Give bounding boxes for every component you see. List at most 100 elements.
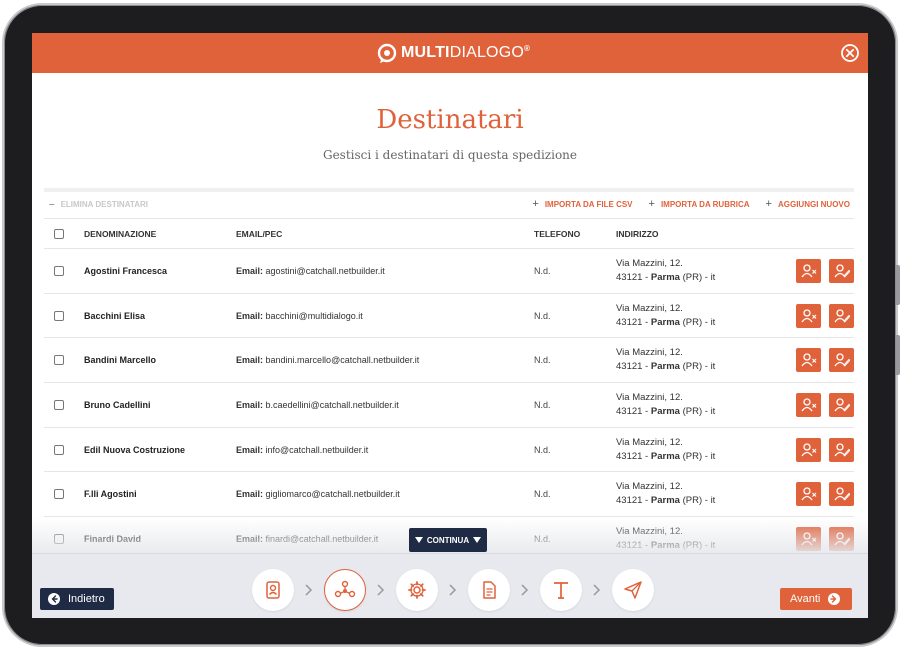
address-country: it bbox=[710, 405, 716, 417]
step-send[interactable] bbox=[612, 569, 654, 611]
address-cap: 43121 bbox=[616, 495, 643, 507]
address-country: it bbox=[710, 316, 716, 328]
recipient-name: Bruno Cadellini bbox=[84, 399, 151, 410]
address-prov: (PR) bbox=[682, 539, 703, 551]
import-csv-button[interactable]: + IMPORTA DA FILE CSV bbox=[532, 198, 632, 210]
add-new-button[interactable]: + AGGIUNGI NUOVO bbox=[766, 198, 850, 210]
row-checkbox[interactable] bbox=[54, 533, 64, 544]
caret-down-icon bbox=[473, 537, 482, 543]
row-actions bbox=[796, 303, 854, 328]
user-remove-icon bbox=[800, 264, 816, 278]
paper-plane-icon bbox=[624, 581, 642, 599]
recipient-address: Via Mazzini, 12. 43121 - Parma (PR) - it bbox=[616, 436, 716, 462]
recipient-address: Via Mazzini, 12. 43121 - Parma (PR) - it bbox=[616, 302, 716, 328]
row-actions bbox=[796, 526, 854, 551]
user-remove-icon bbox=[800, 353, 816, 367]
row-actions bbox=[796, 392, 854, 417]
remove-recipient-button[interactable] bbox=[796, 526, 821, 551]
table-row: Bandini Marcello Email: bandini.marcello… bbox=[44, 338, 854, 384]
edit-recipient-button[interactable] bbox=[829, 348, 854, 373]
header-name: DENOMINAZIONE bbox=[84, 228, 157, 239]
edit-recipient-button[interactable] bbox=[829, 482, 854, 507]
network-icon bbox=[334, 580, 356, 598]
address-prov: (PR) bbox=[682, 450, 703, 462]
chevron-right-icon bbox=[582, 584, 612, 596]
address-prov: (PR) bbox=[682, 271, 703, 283]
email-prefix: Email: bbox=[236, 399, 264, 410]
address-prov: (PR) bbox=[682, 316, 703, 328]
remove-recipient-button[interactable] bbox=[796, 348, 821, 373]
edit-recipient-button[interactable] bbox=[829, 437, 854, 462]
edit-recipient-button[interactable] bbox=[829, 392, 854, 417]
row-actions bbox=[796, 482, 854, 507]
user-edit-icon bbox=[833, 398, 850, 412]
volume-up-button bbox=[896, 265, 900, 305]
page-subtitle: Gestisci i destinatari di questa spedizi… bbox=[322, 148, 577, 162]
row-checkbox[interactable] bbox=[54, 310, 64, 321]
address-street: Via Mazzini, 12. bbox=[616, 302, 683, 314]
email-value: finardi@catchall.netbuilder.it bbox=[265, 533, 379, 544]
address-cap: 43121 bbox=[616, 405, 643, 417]
arrow-right-circle-icon bbox=[828, 593, 841, 605]
recipient-address: Via Mazzini, 12. 43121 - Parma (PR) - it bbox=[616, 391, 716, 417]
address-cap: 43121 bbox=[616, 450, 643, 462]
edit-recipient-button[interactable] bbox=[829, 303, 854, 328]
address-city: Parma bbox=[650, 316, 680, 328]
address-country: it bbox=[710, 271, 716, 283]
recipient-name: Bandini Marcello bbox=[84, 355, 157, 366]
volume-down-button bbox=[896, 335, 900, 375]
recipient-name: Edil Nuova Costruzione bbox=[84, 444, 186, 455]
row-checkbox[interactable] bbox=[54, 355, 64, 366]
recipient-name: Finardi David bbox=[84, 533, 142, 544]
recipient-address: Via Mazzini, 12. 43121 - Parma (PR) - it bbox=[616, 525, 716, 551]
logo-text: MULTIDIALOGO® bbox=[401, 44, 531, 61]
table-header: DENOMINAZIONE EMAIL/PEC TELEFONO INDIRIZ… bbox=[44, 218, 854, 249]
edit-recipient-button[interactable] bbox=[829, 258, 854, 283]
row-checkbox[interactable] bbox=[54, 265, 64, 276]
row-checkbox[interactable] bbox=[54, 489, 64, 500]
email-prefix: Email: bbox=[236, 489, 264, 500]
import-addressbook-button[interactable]: + IMPORTA DA RUBRICA bbox=[649, 198, 750, 210]
remove-recipient-button[interactable] bbox=[796, 392, 821, 417]
address-city: Parma bbox=[650, 450, 680, 462]
recipient-email: Email: bacchini@multidialogo.it bbox=[236, 311, 363, 321]
step-documents[interactable] bbox=[468, 569, 510, 611]
minus-icon: – bbox=[49, 198, 55, 210]
select-all-checkbox[interactable] bbox=[54, 228, 64, 239]
email-prefix: Email: bbox=[236, 265, 264, 276]
row-checkbox[interactable] bbox=[54, 399, 64, 410]
continue-scroll-button[interactable]: CONTINUA bbox=[409, 528, 487, 552]
address-cap: 43121 bbox=[616, 271, 643, 283]
remove-recipient-button[interactable] bbox=[796, 437, 821, 462]
step-text[interactable] bbox=[540, 569, 582, 611]
next-button[interactable]: Avanti bbox=[780, 588, 852, 610]
table-row: Bacchini Elisa Email: bacchini@multidial… bbox=[44, 294, 854, 339]
email-value: b.caedellini@catchall.netbuilder.it bbox=[265, 399, 399, 410]
arrow-left-circle-icon bbox=[48, 593, 60, 605]
email-prefix: Email: bbox=[236, 310, 264, 321]
wizard-footer: Indietro Avanti bbox=[32, 553, 868, 618]
user-remove-icon bbox=[800, 442, 816, 456]
email-prefix: Email: bbox=[236, 355, 264, 366]
back-button[interactable]: Indietro bbox=[40, 588, 114, 610]
address-city: Parma bbox=[650, 361, 680, 373]
address-country: it bbox=[710, 450, 716, 462]
logo-mark-icon bbox=[377, 43, 397, 63]
delete-recipients-button[interactable]: – ELIMINA DESTINATARI bbox=[49, 199, 148, 210]
recipient-email: Email: gigliomarco@catchall.netbuilder.i… bbox=[236, 489, 400, 499]
step-contacts[interactable] bbox=[252, 569, 294, 611]
chevron-right-icon bbox=[438, 584, 468, 596]
close-icon[interactable] bbox=[840, 43, 860, 63]
remove-recipient-button[interactable] bbox=[796, 303, 821, 328]
step-settings[interactable] bbox=[396, 569, 438, 611]
user-remove-icon bbox=[800, 398, 816, 412]
edit-recipient-button[interactable] bbox=[829, 526, 854, 551]
remove-recipient-button[interactable] bbox=[796, 482, 821, 507]
recipient-phone: N.d. bbox=[534, 399, 551, 410]
address-book-icon bbox=[266, 581, 280, 599]
row-checkbox[interactable] bbox=[54, 444, 64, 455]
recipient-address: Via Mazzini, 12. 43121 - Parma (PR) - it bbox=[616, 481, 716, 507]
step-channels[interactable] bbox=[324, 569, 366, 611]
recipient-email: Email: bandini.marcello@catchall.netbuil… bbox=[236, 355, 419, 365]
remove-recipient-button[interactable] bbox=[796, 258, 821, 283]
